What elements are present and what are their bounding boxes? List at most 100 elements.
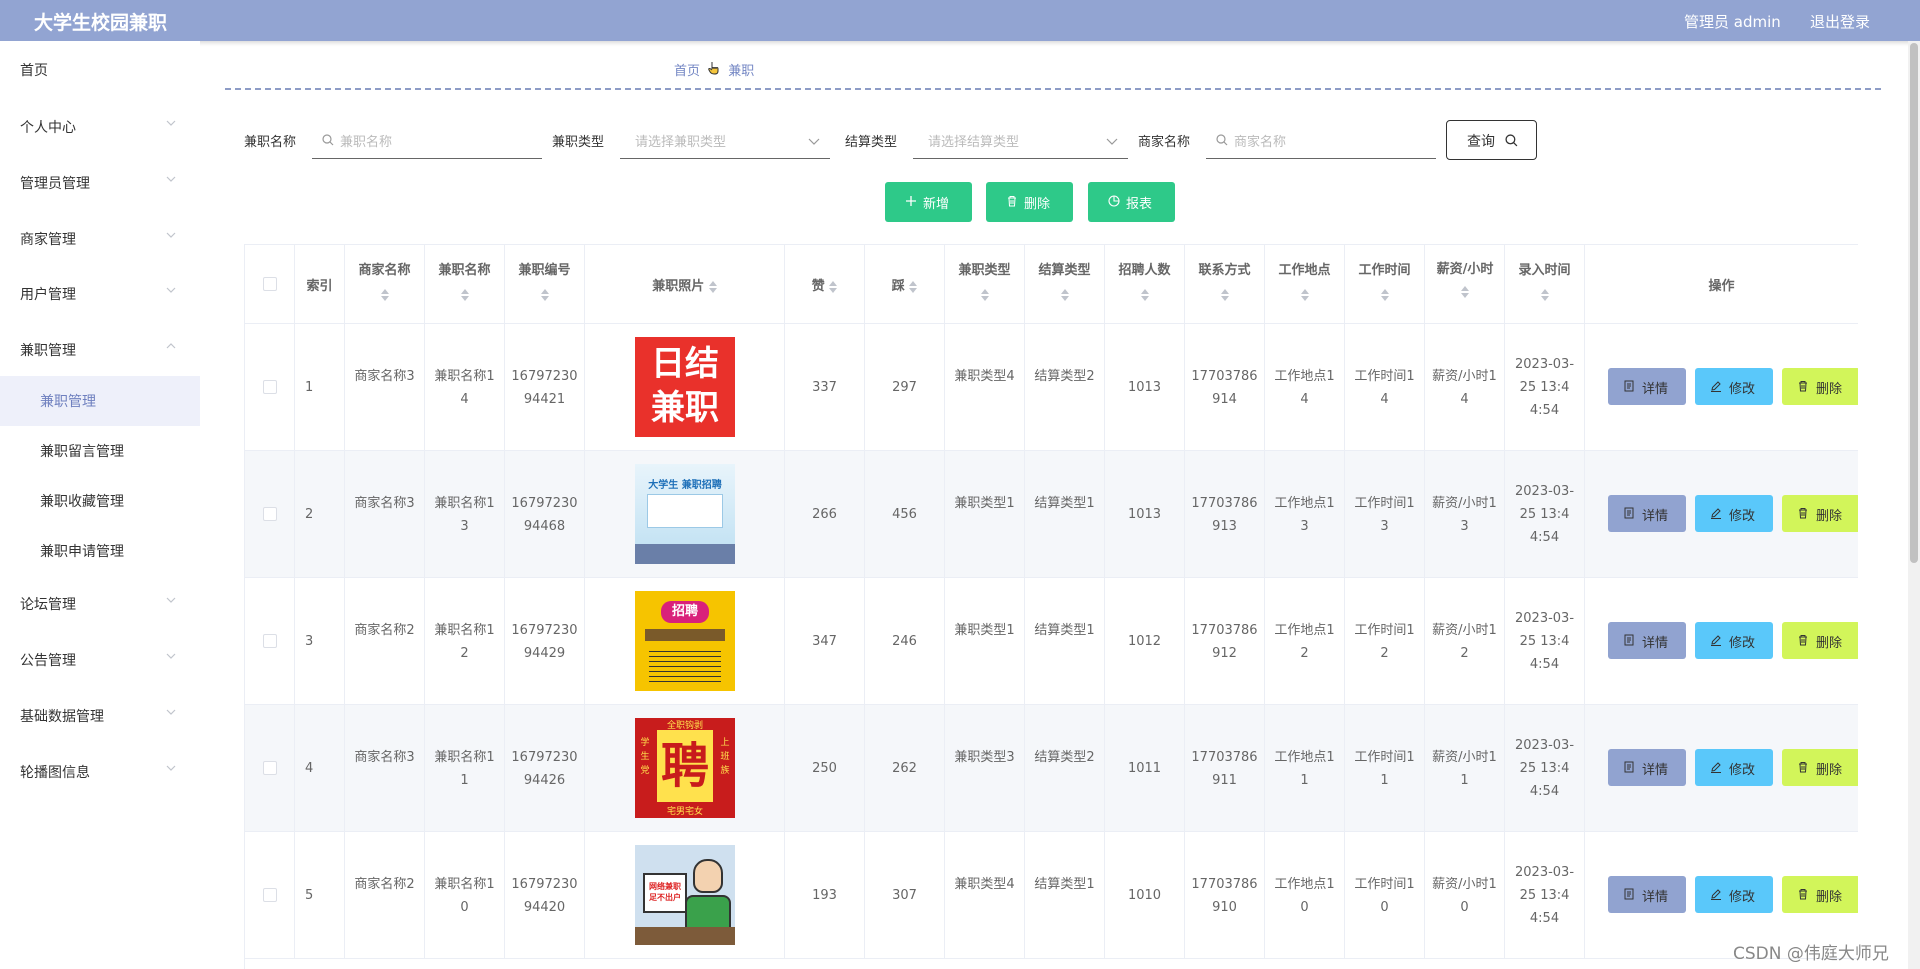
cell-created: 2023-03-25 13:44:54 [1505,451,1585,578]
column-header-sortable[interactable]: 兼职类型 [945,245,1025,324]
column-header-sortable[interactable]: 踩 [865,245,945,324]
cell-text: 兼职名称12 [434,623,495,661]
query-button[interactable]: 查询 [1446,120,1537,160]
cell-text: 薪资/小时11 [1432,750,1497,788]
column-header-sortable[interactable]: 兼职名称 [425,245,505,324]
detail-button[interactable]: 详情 [1608,495,1686,532]
column-header: 索引 [295,245,345,324]
sidebar-item-forum[interactable]: 论坛管理 [0,581,200,625]
sidebar-item-merchants[interactable]: 商家管理 [0,216,200,260]
sidebar-item-notices[interactable]: 公告管理 [0,637,200,681]
edit-button[interactable]: 修改 [1695,749,1773,786]
edit-button[interactable]: 修改 [1695,368,1773,405]
cell-code: 1679723094429 [505,578,585,705]
page-scrollbar[interactable] [1908,41,1920,969]
filter-merchant-input[interactable]: 商家名称 [1206,122,1436,159]
edit-button-label: 修改 [1729,890,1756,905]
row-delete-button-label: 删除 [1816,509,1843,524]
cell-text: 1679723094468 [511,496,578,534]
cell-text: 工作时间12 [1354,623,1415,661]
current-user[interactable]: 管理员 admin [1684,11,1781,32]
cell-time: 工作时间14 [1345,324,1425,451]
column-header-sortable[interactable]: 联系方式 [1185,245,1265,324]
filter-name-label: 兼职名称 [244,135,297,150]
column-header-sortable[interactable]: 招聘人数 [1105,245,1185,324]
sidebar-item-label: 公告管理 [20,653,76,669]
cell-text: 2023-03-25 13:44:54 [1515,484,1575,545]
column-header-sortable[interactable]: 录入时间 [1505,245,1585,324]
cell-dislikes: 297 [865,324,945,451]
sidebar-item-admins[interactable]: 管理员管理 [0,160,200,204]
filter-settle-select[interactable]: 请选择结算类型 [913,122,1128,159]
cell-salary: 薪资/小时11 [1425,705,1505,832]
detail-button[interactable]: 详情 [1608,368,1686,405]
sidebar-item-home[interactable]: 首页 [0,47,200,91]
column-header-sortable[interactable]: 赞 [785,245,865,324]
cell-created: 2023-03-25 13:44:54 [1505,832,1585,959]
cell-type: 兼职类型1 [945,578,1025,705]
logout-link[interactable]: 退出登录 [1810,11,1870,32]
sidebar-item-label: 基础数据管理 [20,709,104,725]
row-checkbox[interactable] [263,888,277,902]
detail-button[interactable]: 详情 [1608,876,1686,913]
delete-button[interactable]: 删除 [986,182,1073,222]
row-checkbox[interactable] [263,507,277,521]
row-delete-button[interactable]: 删除 [1782,749,1858,786]
cell-text: 结算类型1 [1034,877,1095,892]
select-all-checkbox[interactable] [263,277,277,291]
cell-settle: 结算类型2 [1025,324,1105,451]
cell-settle: 结算类型2 [1025,705,1105,832]
add-button[interactable]: 新增 [885,182,972,222]
cell-text: 17703786913 [1191,496,1258,534]
sidebar-item-base-data[interactable]: 基础数据管理 [0,693,200,737]
breadcrumb-home[interactable]: 首页 [674,64,700,79]
trash-icon [1797,507,1809,523]
sidebar-item-profile[interactable]: 个人中心 [0,104,200,148]
column-header-sortable[interactable]: 薪资/小时 [1425,245,1505,324]
row-delete-button[interactable]: 删除 [1782,876,1858,913]
filter-settle-placeholder: 请选择结算类型 [928,135,1020,150]
cell-text: 工作时间10 [1354,877,1415,915]
scrollbar-thumb[interactable] [1910,43,1918,563]
sidebar-item-users[interactable]: 用户管理 [0,271,200,315]
sidebar-subitem-job-comments[interactable]: 兼职留言管理 [0,426,200,476]
column-header-sortable[interactable]: 工作时间 [1345,245,1425,324]
sidebar-item-jobs[interactable]: 兼职管理 [0,327,200,371]
edit-button-label: 修改 [1729,763,1756,778]
pencil-icon [1710,634,1722,650]
cell-type: 兼职类型1 [945,451,1025,578]
sidebar-subitem-job-favorites[interactable]: 兼职收藏管理 [0,476,200,526]
edit-button-label: 修改 [1729,636,1756,651]
row-checkbox[interactable] [263,761,277,775]
sidebar-item-label: 个人中心 [20,120,76,136]
row-delete-button[interactable]: 删除 [1782,368,1858,405]
sidebar-subitem-job-applications[interactable]: 兼职申请管理 [0,526,200,576]
sidebar-item-label: 轮播图信息 [20,765,90,781]
row-checkbox[interactable] [263,380,277,394]
column-header-sortable[interactable]: 兼职照片 [585,245,785,324]
row-checkbox[interactable] [263,634,277,648]
detail-button[interactable]: 详情 [1608,749,1686,786]
edit-button[interactable]: 修改 [1695,495,1773,532]
detail-button[interactable]: 详情 [1608,622,1686,659]
cell-name: 兼职名称10 [425,832,505,959]
sidebar-item-carousel[interactable]: 轮播图信息 [0,749,200,793]
column-header-sortable[interactable]: 兼职编号 [505,245,585,324]
sidebar-subitem-jobs[interactable]: 兼职管理 [0,376,200,426]
column-header-sortable[interactable]: 结算类型 [1025,245,1105,324]
filter-type-select[interactable]: 请选择兼职类型 [620,122,830,159]
column-header-sortable[interactable]: 商家名称 [345,245,425,324]
filter-name-input[interactable]: 兼职名称 [312,122,542,159]
edit-button-label: 修改 [1729,509,1756,524]
edit-button[interactable]: 修改 [1695,622,1773,659]
chevron-down-icon [166,595,176,605]
cell-text: 2023-03-25 13:44:54 [1515,865,1575,926]
edit-button[interactable]: 修改 [1695,876,1773,913]
cell-phone: 17703786912 [1185,578,1265,705]
row-delete-button[interactable]: 删除 [1782,495,1858,532]
report-button[interactable]: 报表 [1088,182,1175,222]
column-header-sortable[interactable]: 工作地点 [1265,245,1345,324]
job-photo: 招聘 [635,591,735,691]
cell-text: 兼职名称11 [434,750,495,788]
row-delete-button[interactable]: 删除 [1782,622,1858,659]
